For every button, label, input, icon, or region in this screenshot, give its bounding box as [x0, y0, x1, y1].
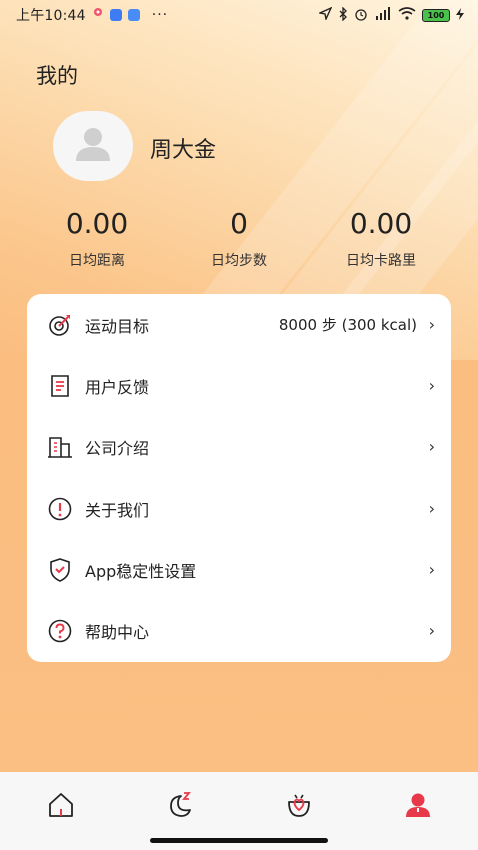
menu-item-help-center[interactable]: 帮助中心 ›: [27, 600, 451, 661]
chevron-right-icon: ›: [428, 499, 435, 518]
page-title: 我的: [36, 64, 78, 88]
alarm-icon: [354, 7, 368, 24]
target-icon: [47, 312, 73, 338]
nav-sleep[interactable]: [164, 790, 194, 820]
exclamation-circle-icon: [47, 496, 73, 522]
charging-icon: [456, 7, 464, 23]
stat-label: 日均步数: [211, 253, 267, 269]
question-circle-icon: [47, 618, 73, 644]
status-time: 上午10:44: [16, 8, 86, 24]
menu-label: App稳定性设置: [85, 561, 197, 581]
menu-item-about-us[interactable]: 关于我们 ›: [27, 478, 451, 539]
profile-icon: [403, 793, 433, 824]
menu-label: 运动目标: [85, 316, 150, 336]
chevron-right-icon: ›: [428, 315, 435, 334]
chevron-right-icon: ›: [428, 560, 435, 579]
stat-value: 0.00: [349, 207, 413, 240]
stat-label: 日均距离: [69, 253, 125, 269]
stat-value: 0: [230, 207, 248, 240]
feedback-document-icon: [47, 373, 73, 399]
stat-avg-distance: 0.00 日均距离: [17, 206, 177, 270]
more-notifications-icon: ···: [151, 7, 169, 23]
wifi-icon: [398, 7, 416, 23]
mail-notification-icon: [127, 9, 140, 21]
building-icon: [47, 434, 73, 460]
chevron-right-icon: ›: [428, 437, 435, 456]
nav-home[interactable]: [46, 790, 76, 820]
avatar[interactable]: [53, 111, 133, 181]
stat-label: 日均卡路里: [346, 253, 416, 269]
stat-avg-calories: 0.00 日均卡路里: [301, 206, 461, 270]
menu-label: 公司介绍: [85, 438, 150, 458]
menu-item-feedback[interactable]: 用户反馈 ›: [27, 355, 451, 416]
stat-value: 0.00: [65, 207, 129, 240]
menu-item-exercise-goal[interactable]: 运动目标 8000 步 (300 kcal) ›: [27, 294, 451, 355]
home-indicator[interactable]: [150, 838, 328, 843]
bluetooth-icon: [338, 5, 348, 24]
nav-profile[interactable]: [403, 790, 433, 820]
menu-label: 用户反馈: [85, 377, 150, 397]
location-pin-icon: [92, 7, 104, 23]
stat-avg-steps: 0 日均步数: [159, 206, 319, 270]
menu-item-app-stability[interactable]: App稳定性设置 ›: [27, 539, 451, 600]
exercise-goal-value: 8000 步 (300 kcal): [278, 316, 417, 334]
location-arrow-icon: [317, 6, 333, 23]
heart-basket-icon: [284, 794, 314, 824]
settings-menu: 运动目标 8000 步 (300 kcal) › 用户反馈 › 公司介绍 › 关…: [27, 294, 451, 662]
nav-health[interactable]: [284, 790, 314, 820]
shield-check-icon: [47, 557, 73, 583]
chevron-right-icon: ›: [428, 376, 435, 395]
sleep-moon-icon: [164, 792, 194, 824]
username[interactable]: 周大金: [150, 132, 216, 164]
menu-label: 关于我们: [85, 500, 150, 520]
menu-label: 帮助中心: [85, 622, 150, 642]
status-bar: 上午10:44 ··· 100: [0, 0, 478, 30]
chevron-right-icon: ›: [428, 621, 435, 640]
user-avatar-icon: [73, 125, 113, 167]
app-notification-icon: [109, 9, 122, 21]
menu-item-company-intro[interactable]: 公司介绍 ›: [27, 416, 451, 477]
signal-icon: [374, 7, 392, 23]
battery-icon: 100: [422, 8, 450, 22]
home-icon: [46, 793, 76, 824]
